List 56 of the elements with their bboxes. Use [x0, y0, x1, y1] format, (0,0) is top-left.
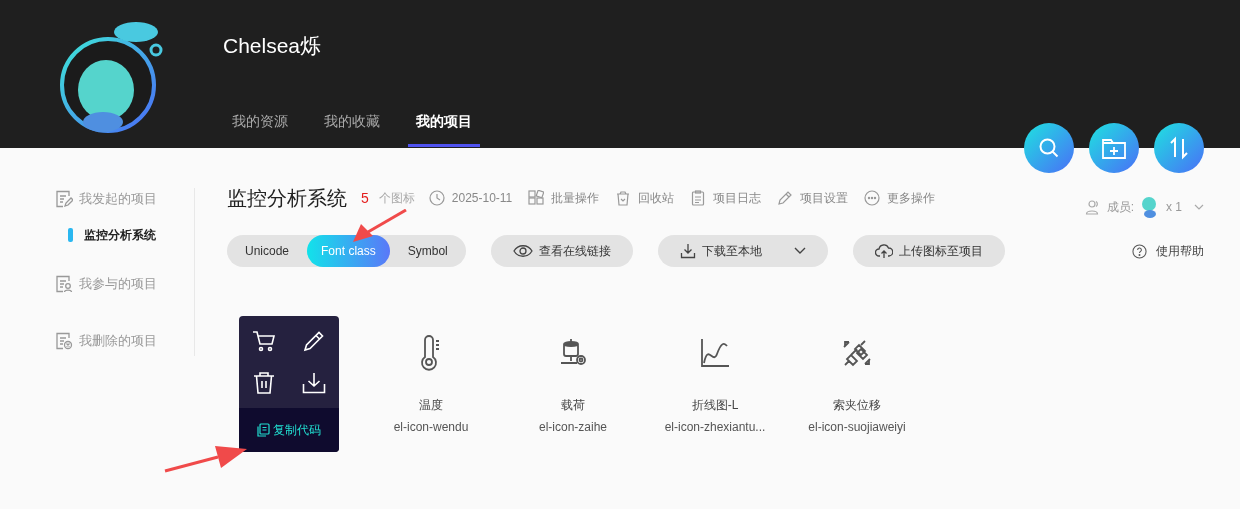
- clock-icon: [428, 190, 445, 206]
- users-icon: [1084, 199, 1101, 215]
- upload-button[interactable]: 上传图标至项目: [852, 235, 1005, 267]
- cloud-upload-icon: [874, 243, 893, 259]
- help-link[interactable]: 使用帮助: [1132, 242, 1204, 260]
- icon-name: 温度: [419, 397, 443, 414]
- edit-icon[interactable]: [302, 329, 326, 353]
- meta-action[interactable]: 项目设置: [800, 189, 849, 207]
- format-tab[interactable]: Symbol: [389, 235, 466, 267]
- user-name: Chelsea烁: [223, 33, 323, 59]
- new-folder-button[interactable]: [1089, 123, 1139, 173]
- icon-name: 折线图-L: [691, 397, 739, 414]
- download-icon[interactable]: [302, 372, 326, 394]
- question-icon: [1132, 243, 1147, 259]
- download-button[interactable]: 下载至本地: [657, 235, 828, 267]
- icon-name: 索夹位移: [833, 397, 881, 414]
- nav-tab[interactable]: 我的项目: [408, 113, 480, 147]
- view-link-button[interactable]: 查看在线链接: [490, 235, 633, 267]
- meta-action[interactable]: 回收站: [638, 189, 675, 207]
- icon-count: 5: [361, 190, 369, 206]
- meta-action[interactable]: 项目日志: [713, 189, 762, 207]
- eye-icon: [512, 244, 533, 258]
- trash-icon[interactable]: [253, 371, 275, 395]
- copy-icon: [257, 423, 270, 437]
- format-tab[interactable]: Unicode: [227, 235, 308, 267]
- icon-class-name: el-icon-zaihe: [538, 420, 607, 434]
- cart-icon[interactable]: [252, 330, 276, 352]
- pencil-icon: [777, 190, 794, 206]
- created-date: 2025-10-11: [451, 191, 513, 205]
- nav-tab[interactable]: 我的收藏: [316, 113, 388, 147]
- search-icon: [1038, 137, 1060, 159]
- chevron-down-icon: [1194, 204, 1204, 210]
- document-edit-icon: [55, 190, 73, 208]
- recycle-bin-icon: [615, 190, 632, 206]
- clipboard-icon: [690, 190, 707, 206]
- download-icon: [679, 243, 696, 259]
- nav-tab[interactable]: 我的资源: [224, 113, 296, 147]
- meta-action[interactable]: 更多操作: [887, 189, 936, 207]
- sidebar-project[interactable]: 监控分析系统: [73, 228, 156, 242]
- search-button[interactable]: [1024, 123, 1074, 173]
- document-delete-icon: [55, 332, 73, 350]
- sort-button[interactable]: [1154, 123, 1204, 173]
- icon-name: 载荷: [561, 397, 585, 414]
- icon-class-name: el-icon-zhexiantu...: [664, 420, 766, 434]
- count-label: 个图标: [378, 189, 415, 207]
- grid-icon: [528, 190, 545, 206]
- meta-action[interactable]: 批量操作: [551, 189, 600, 207]
- annotation-arrow: [352, 209, 408, 243]
- document-user-icon: [55, 275, 73, 293]
- copy-code-button[interactable]: 复制代码: [239, 408, 339, 452]
- caret-icon[interactable]: [793, 247, 806, 255]
- icon-class-name: el-icon-suojiaweiyi: [808, 420, 906, 434]
- project-title: 监控分析系统: [227, 185, 347, 211]
- more-icon: [864, 190, 881, 206]
- icon-class-name: el-icon-wendu: [393, 420, 469, 434]
- folder-plus-icon: [1101, 136, 1127, 160]
